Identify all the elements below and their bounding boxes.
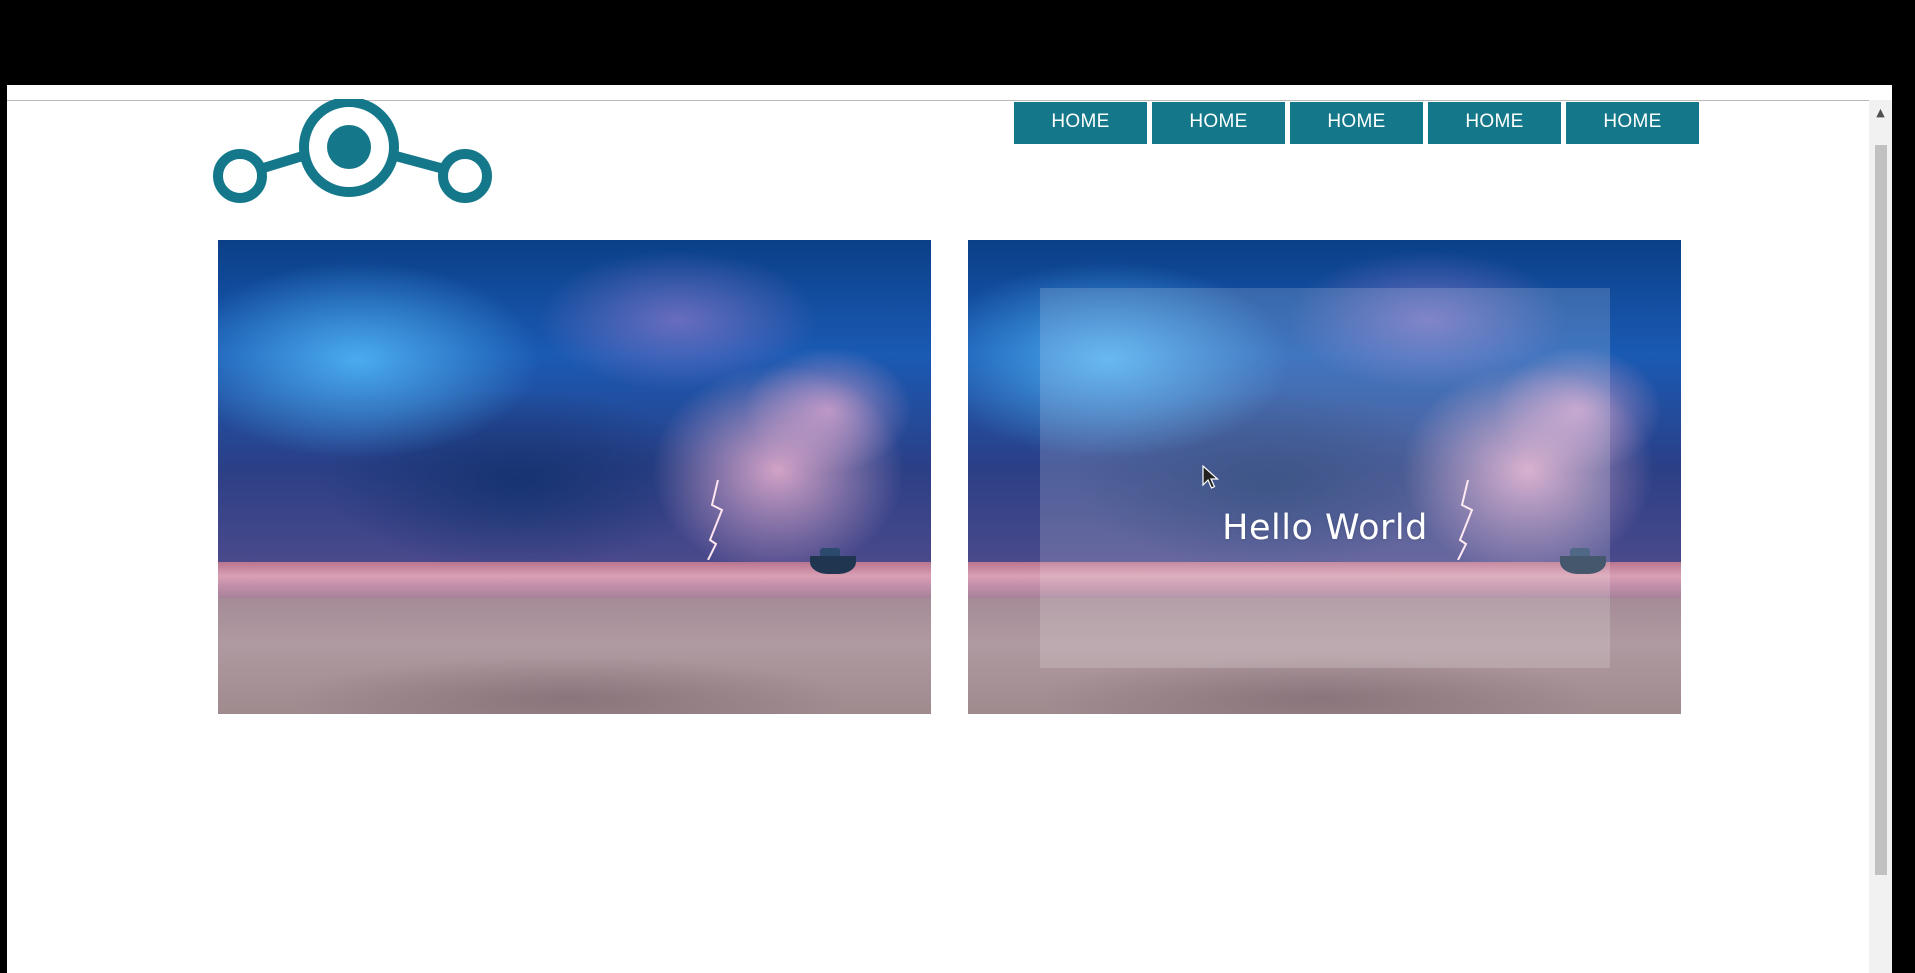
scroll-up-arrow-icon[interactable]: ▲	[1869, 103, 1892, 123]
storm-beach-image	[218, 240, 931, 714]
nav-home-button-3[interactable]: HOME	[1290, 102, 1423, 144]
nav-home-button-4[interactable]: HOME	[1428, 102, 1561, 144]
gallery-image-right[interactable]: Hello World	[968, 240, 1681, 714]
nav-home-button-1[interactable]: HOME	[1014, 102, 1147, 144]
page-viewport: HOME HOME HOME HOME HOME Hello World ▲	[7, 85, 1892, 973]
mouse-pointer-icon	[1202, 465, 1220, 489]
image-hover-overlay[interactable]: Hello World	[1040, 288, 1610, 668]
nav-home-button-2[interactable]: HOME	[1152, 102, 1285, 144]
nav-home-button-5[interactable]: HOME	[1566, 102, 1699, 144]
gallery-image-left[interactable]	[218, 240, 931, 714]
scrollbar-thumb[interactable]	[1875, 145, 1887, 875]
main-navigation: HOME HOME HOME HOME HOME	[1014, 102, 1699, 144]
logo[interactable]	[212, 99, 502, 209]
overlay-caption: Hello World	[1222, 508, 1428, 548]
